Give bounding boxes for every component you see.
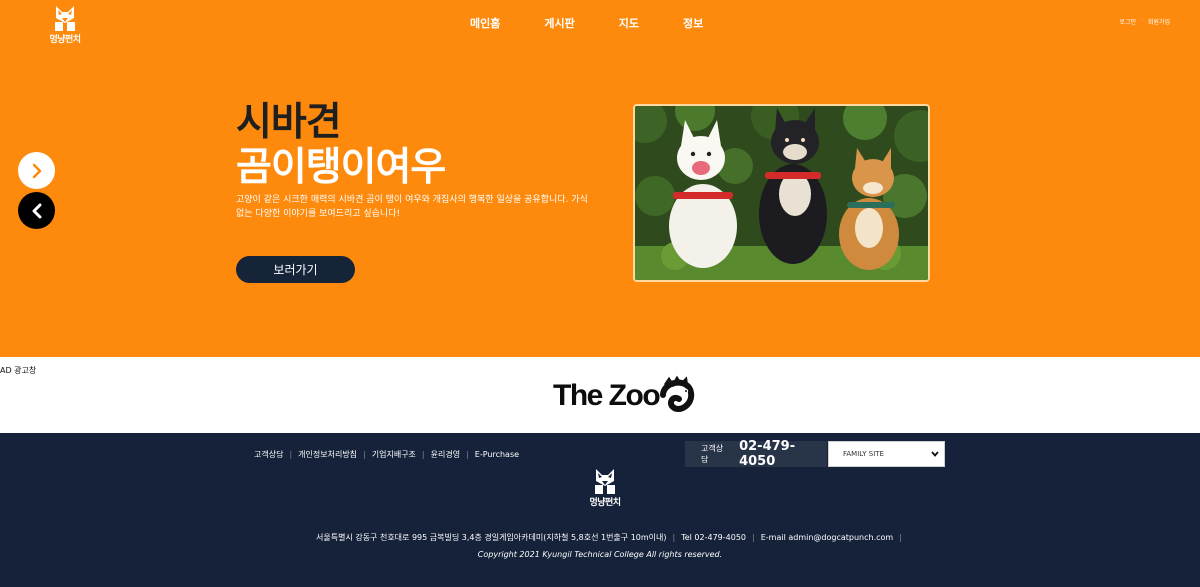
footer-copyright: Copyright 2021 Kyungil Technical College… xyxy=(477,550,723,559)
footer-links: 고객상담 | 개인정보처리방침 | 기업지배구조 | 윤리경영 | E-Purc… xyxy=(254,449,519,460)
ad-label: AD 광고창 xyxy=(0,366,37,375)
footer-link-separator: | xyxy=(466,450,469,459)
cat-dog-icon xyxy=(55,6,75,31)
footer-address: 서울특별시 강동구 천호대로 995 금복빌딩 3,4층 경일게임아카데미(지하… xyxy=(316,533,667,542)
util-menu: 로그인 · 회원가입 xyxy=(1119,17,1170,26)
nav-item-home[interactable]: 메인홈 xyxy=(470,15,500,31)
footer-tel: Tel 02-479-4050 xyxy=(681,533,747,542)
the-zoo-ad-link[interactable]: The Zoo xyxy=(553,375,695,417)
site-footer: 고객상담 | 개인정보처리방침 | 기업지배구조 | 윤리경영 | E-Purc… xyxy=(0,433,1200,587)
footer-logo-text: 멍냥펀치 xyxy=(589,498,621,508)
footer-link-privacy[interactable]: 개인정보처리방침 xyxy=(298,449,357,460)
hero-description: 고양이 같은 시크한 매력의 시바견 곰이 탱이 여우와 개집사의 행복한 일상… xyxy=(236,195,588,219)
chevron-left-icon xyxy=(32,203,41,218)
footer-link-separator: | xyxy=(421,450,425,459)
footer-link-governance[interactable]: 기업지배구조 xyxy=(372,449,416,460)
signup-link[interactable]: 회원가입 xyxy=(1148,17,1170,26)
footer-info-separator: | xyxy=(752,533,755,542)
chevron-right-icon xyxy=(32,163,41,178)
footer-logo: 멍냥펀치 xyxy=(585,468,625,508)
nav-item-map[interactable]: 지도 xyxy=(619,15,639,31)
family-site-select[interactable]: FAMILY SITE xyxy=(828,441,945,467)
footer-link-separator: | xyxy=(363,450,366,459)
family-site-label: FAMILY SITE xyxy=(843,450,884,458)
ad-banner: AD 광고창 The Zoo xyxy=(0,357,1200,433)
footer-info-separator: | xyxy=(672,533,676,542)
footer-link-separator: | xyxy=(289,450,293,459)
nav-item-info[interactable]: 정보 xyxy=(683,15,703,31)
main-nav: 메인홈 게시판 지도 정보 xyxy=(470,15,747,31)
footer-link-support[interactable]: 고객상담 xyxy=(254,449,283,460)
ad-logo-text: The Zoo xyxy=(553,379,661,412)
footer-email: E-mail admin@dogcatpunch.com xyxy=(760,533,894,542)
hero-section: 멍냥펀치 메인홈 게시판 지도 정보 로그인 · 회원가입 시바견 곰이탱이여우… xyxy=(0,0,1200,357)
chevron-down-icon xyxy=(931,451,939,457)
site-logo[interactable]: 멍냥펀치 xyxy=(45,5,85,45)
customer-service-box: 고객상담 02-479-4050 xyxy=(685,439,827,469)
footer-info: 서울특별시 강동구 천호대로 995 금복빌딩 3,4층 경일게임아카데미(지하… xyxy=(316,532,908,543)
shiba-dogs-illustration xyxy=(635,106,928,280)
logo-text: 멍냥펀치 xyxy=(49,35,81,45)
footer-info-separator: | xyxy=(899,533,902,542)
hero-title: 시바견 xyxy=(236,100,342,145)
cs-label: 고객상담 xyxy=(701,444,724,464)
chameleon-icon xyxy=(660,375,695,413)
shiba-dogs-photo xyxy=(633,104,930,282)
footer-link-ethics[interactable]: 윤리경영 xyxy=(431,449,460,460)
nav-item-board[interactable]: 게시판 xyxy=(544,15,574,31)
footer-link-epurchase[interactable]: E-Purchase xyxy=(475,450,519,459)
login-link[interactable]: 로그인 xyxy=(1119,17,1136,26)
cat-dog-icon xyxy=(595,469,615,494)
cs-phone-number: 02-479-4050 xyxy=(739,439,796,469)
slide-prev-button[interactable] xyxy=(18,192,55,229)
slide-next-button[interactable] xyxy=(18,152,55,189)
hero-subtitle: 곰이탱이여우 xyxy=(236,145,446,190)
util-separator: · xyxy=(1140,18,1143,25)
view-more-button[interactable]: 보러가기 xyxy=(236,256,355,283)
